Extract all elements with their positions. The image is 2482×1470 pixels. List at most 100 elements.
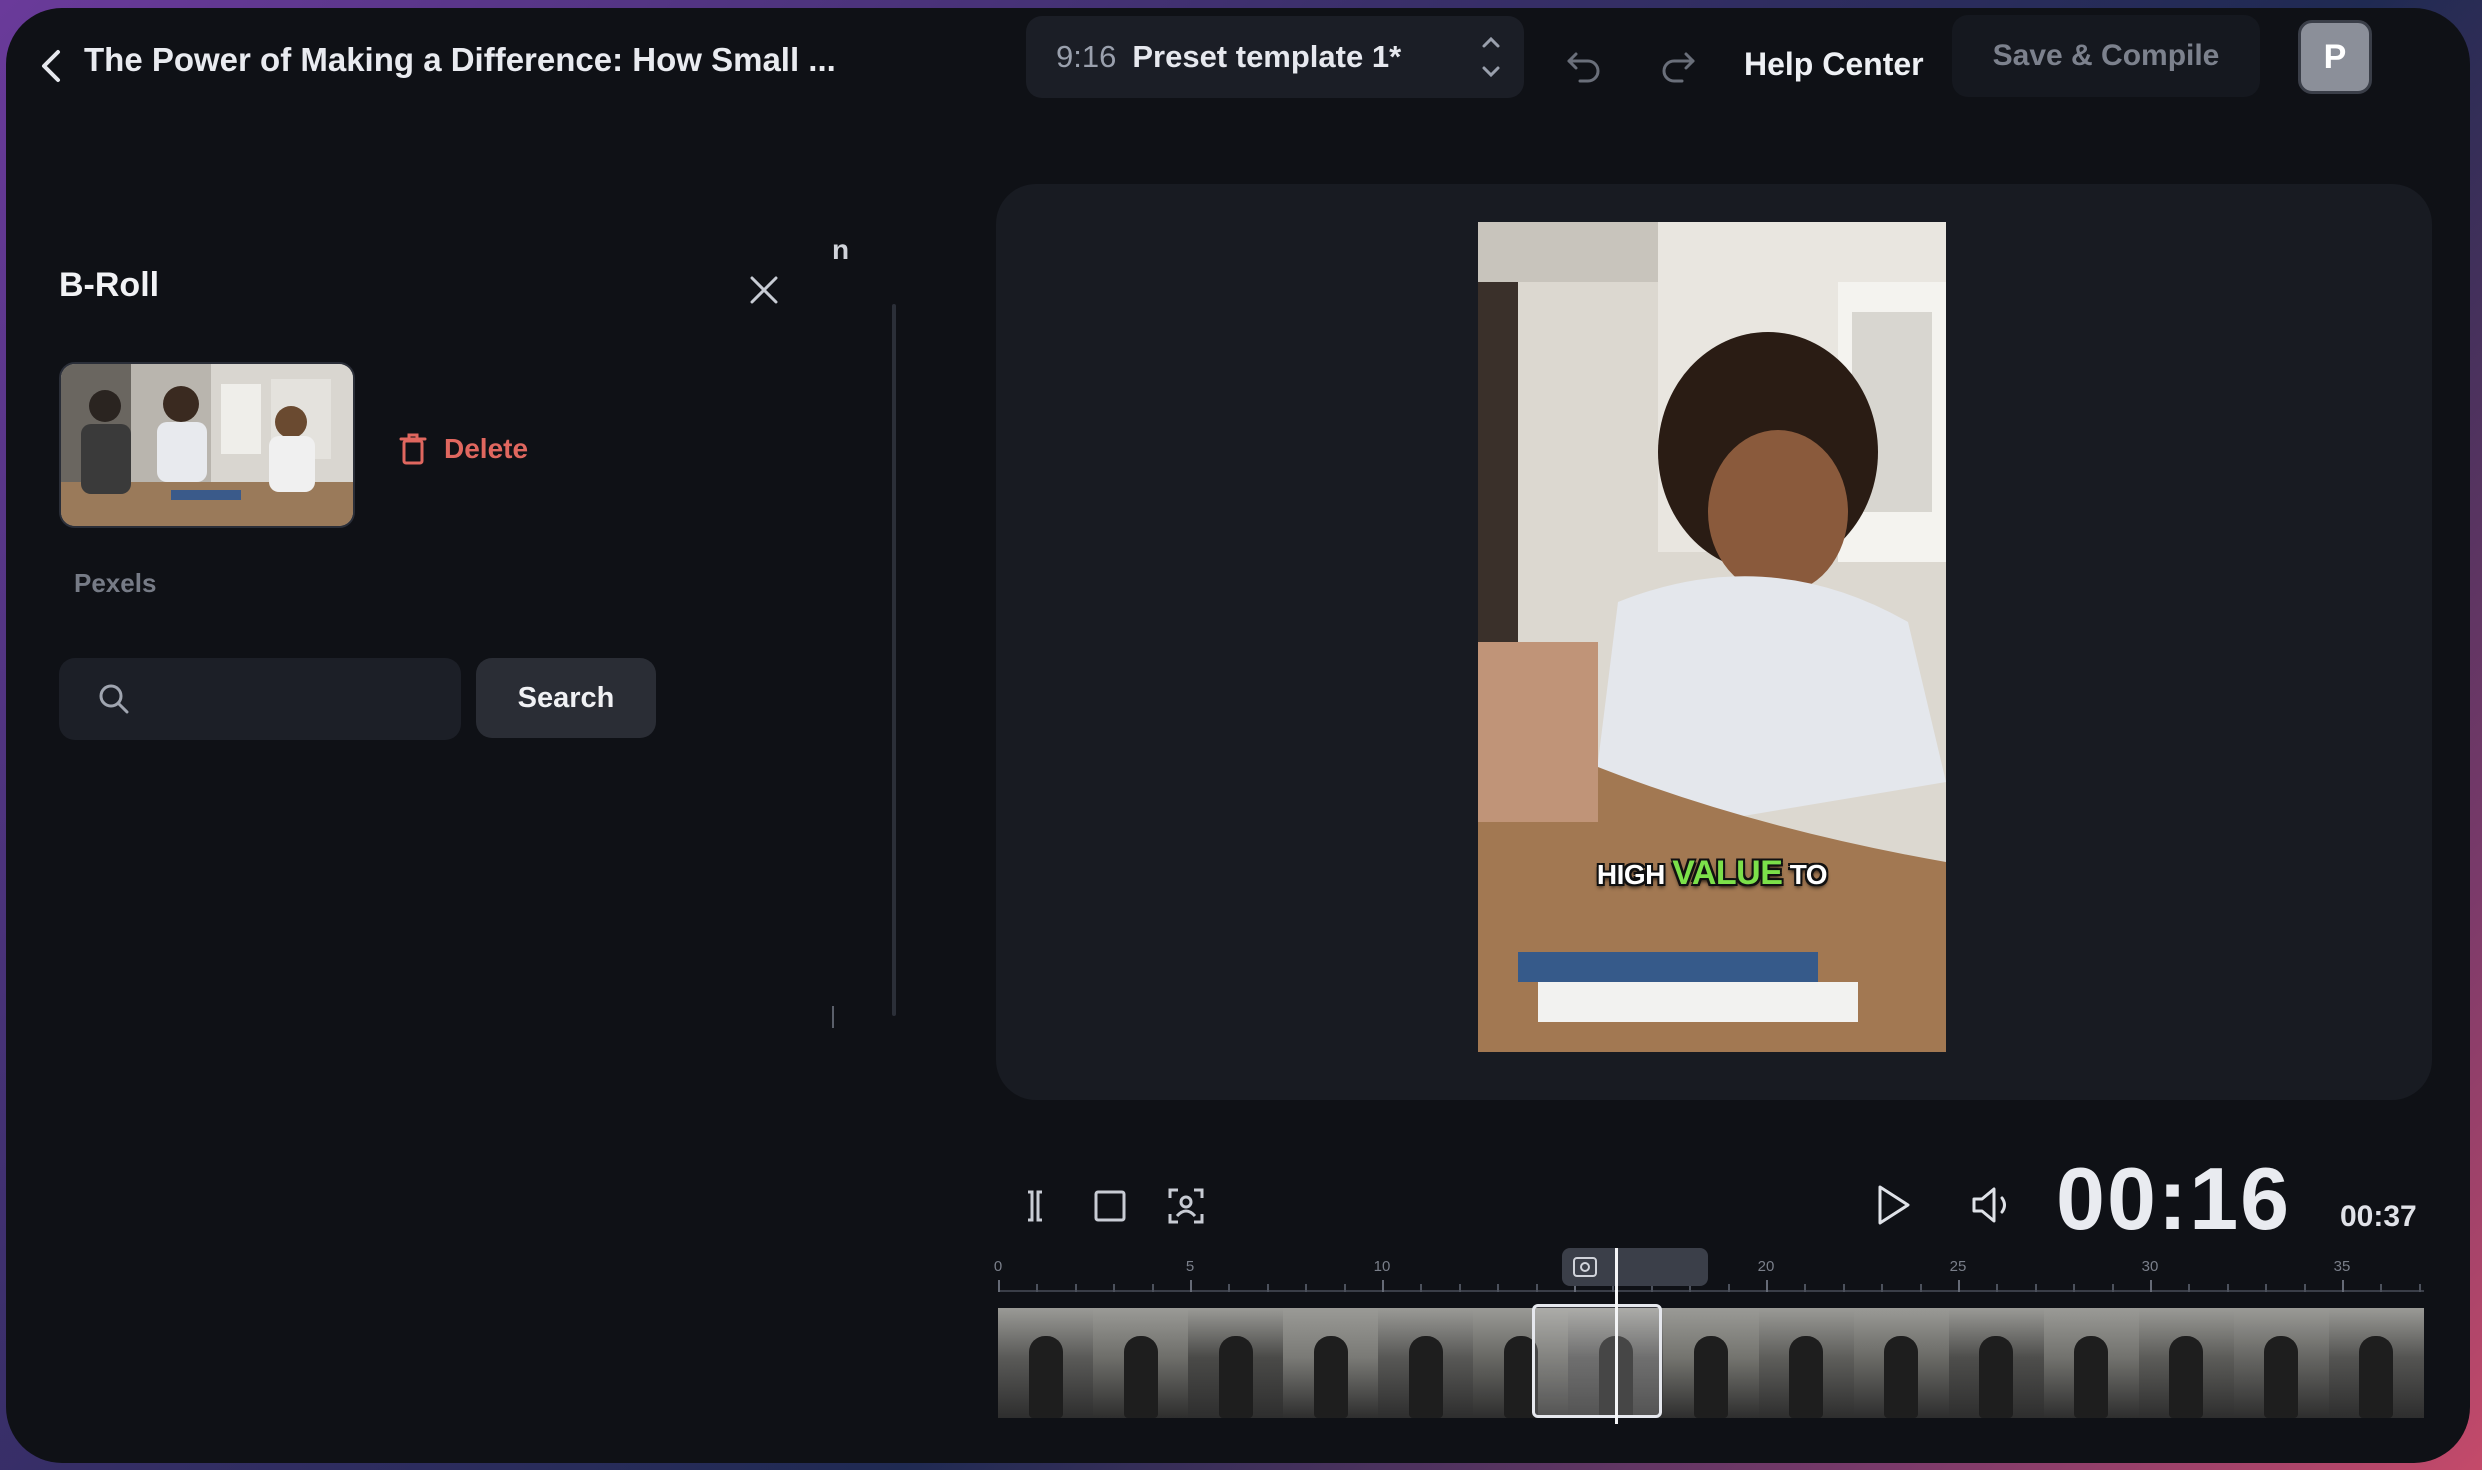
- ruler-tick: [1267, 1284, 1269, 1292]
- ruler-tick: [2304, 1284, 2306, 1292]
- broll-panel-title: B-Roll: [59, 266, 159, 305]
- help-center-link[interactable]: Help Center: [1744, 46, 1924, 83]
- ruler-tick: [1382, 1280, 1384, 1292]
- ruler-tick: [1113, 1284, 1115, 1292]
- split-icon: [1018, 1186, 1052, 1226]
- panel-scrollbar[interactable]: [892, 304, 896, 1016]
- delete-label: Delete: [444, 433, 528, 465]
- ruler-label: 10: [1374, 1258, 1391, 1275]
- filmstrip-frame: [1759, 1308, 1854, 1418]
- editor-window: The Power of Making a Difference: How Sm…: [6, 8, 2470, 1463]
- redo-button[interactable]: [1658, 44, 1698, 84]
- volume-button[interactable]: [1970, 1184, 2016, 1231]
- user-avatar[interactable]: P: [2298, 20, 2372, 94]
- close-panel-button[interactable]: [744, 270, 784, 310]
- ruler-tick: [1036, 1284, 1038, 1292]
- ruler-tick: [998, 1280, 1000, 1292]
- ruler-tick: [2073, 1284, 2075, 1292]
- filmstrip-frame: [1663, 1308, 1758, 1418]
- timeline-ruler[interactable]: 05101520253035: [998, 1258, 2424, 1292]
- ruler-tick: [1075, 1284, 1077, 1292]
- image-icon: [1572, 1256, 1598, 1278]
- playhead[interactable]: [1615, 1248, 1618, 1424]
- trash-icon: [398, 432, 428, 466]
- crop-button[interactable]: [1092, 1188, 1128, 1229]
- frame-figure: [1789, 1336, 1823, 1418]
- play-button[interactable]: [1872, 1182, 1914, 1233]
- video-preview[interactable]: HIGH VALUE TO: [1478, 222, 1946, 1052]
- ruler-tick: [2342, 1280, 2344, 1292]
- ruler-tick: [1536, 1284, 1538, 1292]
- filmstrip-frame: [1378, 1308, 1473, 1418]
- ruler-tick: [1459, 1284, 1461, 1292]
- ruler-label: 30: [2142, 1258, 2159, 1275]
- filmstrip-frame: [2234, 1308, 2329, 1418]
- ruler-tick: [1881, 1284, 1883, 1292]
- aspect-ratio-label: 9:16: [1056, 39, 1116, 75]
- filmstrip-frame: [2139, 1308, 2234, 1418]
- search-button[interactable]: Search: [476, 658, 656, 738]
- ruler-tick: [2035, 1284, 2037, 1292]
- frame-figure: [1409, 1336, 1443, 1418]
- search-field[interactable]: [59, 658, 461, 740]
- save-compile-button[interactable]: Save & Compile: [1952, 15, 2260, 97]
- preview-video-frame: [1478, 222, 1946, 1052]
- filmstrip-frame: [1949, 1308, 2044, 1418]
- undo-icon: [1564, 44, 1604, 84]
- ruler-tick: [2265, 1284, 2267, 1292]
- broll-clip-marker[interactable]: [1562, 1248, 1708, 1286]
- ruler-tick: [1843, 1284, 1845, 1292]
- ruler-label: 5: [1186, 1258, 1194, 1275]
- ruler-tick: [1344, 1284, 1346, 1292]
- search-input[interactable]: [149, 674, 443, 726]
- redo-icon: [1658, 44, 1698, 84]
- square-icon: [1092, 1188, 1128, 1224]
- face-track-button[interactable]: [1166, 1186, 1206, 1231]
- ruler-tick: [1152, 1284, 1154, 1292]
- ruler-tick: [1190, 1280, 1192, 1292]
- frame-figure: [1314, 1336, 1348, 1418]
- ruler-label: 20: [1758, 1258, 1775, 1275]
- office-meeting-image: [61, 364, 355, 528]
- caption-word: TO: [1790, 859, 1827, 890]
- timeline-filmstrip[interactable]: [998, 1308, 2424, 1418]
- ruler-tick: [2188, 1284, 2190, 1292]
- panel-divider-tick: [832, 1006, 834, 1028]
- ruler-label: 25: [1950, 1258, 1967, 1275]
- filmstrip-frame: [2329, 1308, 2424, 1418]
- filmstrip-frame: [1188, 1308, 1283, 1418]
- ruler-tick: [1996, 1284, 1998, 1292]
- preset-name: Preset template 1*: [1132, 39, 1401, 75]
- caption-word: HIGH: [1597, 859, 1665, 890]
- ruler-tick: [2112, 1284, 2114, 1292]
- selected-broll-clip[interactable]: [1532, 1304, 1662, 1418]
- chevron-left-icon: [32, 46, 72, 86]
- ruler-tick: [1920, 1284, 1922, 1292]
- undo-button[interactable]: [1564, 44, 1604, 84]
- frame-figure: [1219, 1336, 1253, 1418]
- ruler-tick: [1766, 1280, 1768, 1292]
- chevron-up-down-icon: [1480, 32, 1502, 82]
- close-icon: [744, 270, 784, 310]
- preset-template-select[interactable]: 9:16 Preset template 1*: [1026, 16, 1524, 98]
- ruler-tick: [2419, 1284, 2421, 1292]
- ruler-label: 0: [994, 1258, 1002, 1275]
- ruler-tick: [1728, 1284, 1730, 1292]
- back-button[interactable]: [32, 46, 72, 86]
- play-icon: [1872, 1182, 1914, 1228]
- volume-icon: [1970, 1184, 2016, 1226]
- frame-figure: [2359, 1336, 2393, 1418]
- ruler-tick: [1804, 1284, 1806, 1292]
- ruler-label: 35: [2334, 1258, 2351, 1275]
- filmstrip-frame: [1854, 1308, 1949, 1418]
- filmstrip-frame: [2044, 1308, 2139, 1418]
- broll-thumbnail[interactable]: [59, 362, 355, 528]
- search-icon: [97, 682, 131, 716]
- split-button[interactable]: [1018, 1186, 1052, 1231]
- filmstrip-frame: [998, 1308, 1093, 1418]
- ruler-tick: [1228, 1284, 1230, 1292]
- filmstrip-frame: [1283, 1308, 1378, 1418]
- ruler-tick: [1497, 1284, 1499, 1292]
- delete-broll-button[interactable]: Delete: [398, 432, 528, 466]
- ruler-tick: [1305, 1284, 1307, 1292]
